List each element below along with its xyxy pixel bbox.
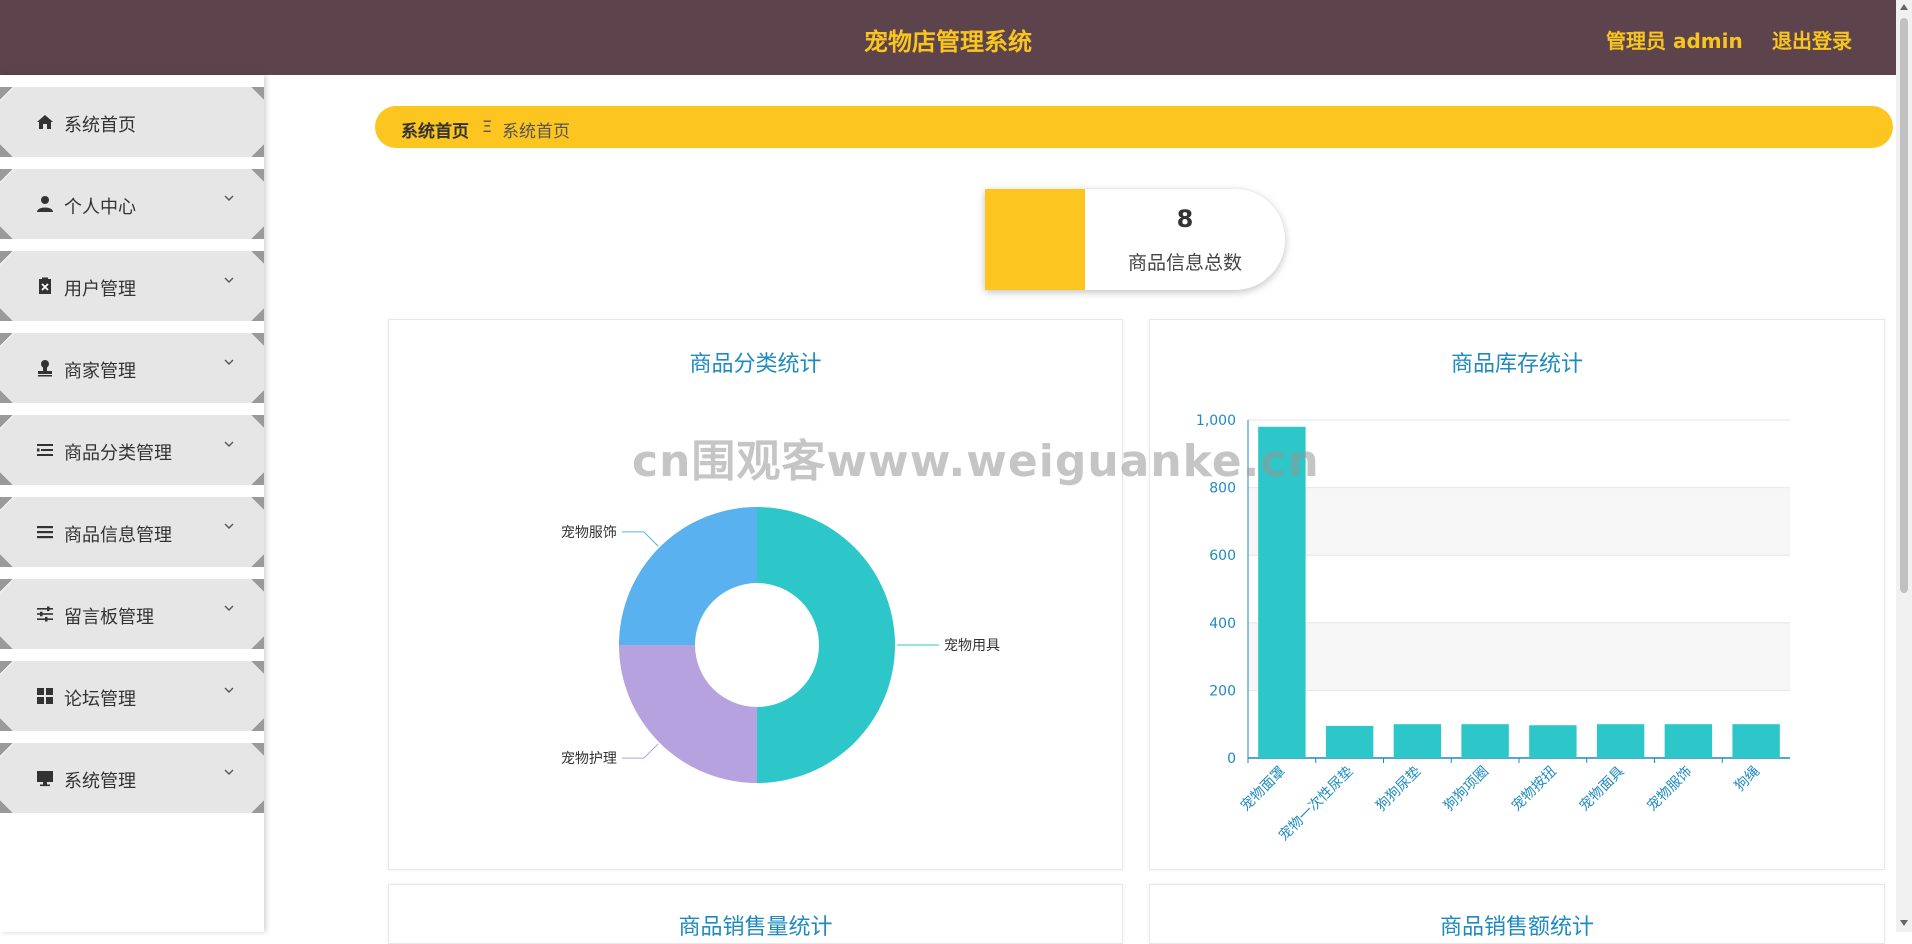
bar[interactable]	[1732, 724, 1780, 758]
panel-title: 商品销售量统计	[678, 915, 833, 940]
sidebar-item-message-board[interactable]: 留言板管理	[0, 579, 264, 649]
sidebar-item-label: 商品分类管理	[64, 443, 172, 464]
sidebar-item-label: 个人中心	[64, 197, 136, 218]
grid-band	[1248, 487, 1790, 556]
y-tick-label: 0	[1227, 751, 1236, 767]
sidebar-item-label: 留言板管理	[64, 607, 154, 628]
x-tick-label: 宠物面罩	[1238, 764, 1289, 815]
sidebar-item-label: 用户管理	[64, 279, 136, 300]
x-tick-label: 宠物一次性尿垫	[1276, 764, 1357, 845]
sliders-icon	[37, 606, 53, 622]
user-icon	[37, 196, 53, 212]
sidebar-item-label: 商家管理	[64, 361, 136, 382]
x-tick-label: 宠物面具	[1577, 764, 1628, 815]
grid-band	[1248, 622, 1790, 691]
bar[interactable]	[1325, 725, 1374, 758]
bar[interactable]	[1596, 724, 1645, 758]
breadcrumb-separator: Ξ	[482, 117, 493, 136]
sidebar-item-category-management[interactable]: 商品分类管理	[0, 415, 264, 485]
admin-label: 管理员 admin	[1606, 29, 1743, 53]
chevron-down-icon	[224, 277, 234, 283]
scroll-down-arrow-icon[interactable]	[1900, 920, 1908, 926]
pie-slice[interactable]	[757, 507, 895, 783]
chevron-down-icon	[224, 605, 234, 611]
pie-slice-label: 宠物护理	[561, 751, 617, 767]
y-tick-label: 400	[1209, 616, 1236, 632]
chevron-down-icon	[224, 687, 234, 693]
sidebar-item-personal-center[interactable]: 个人中心	[0, 169, 264, 239]
chevron-down-icon	[224, 195, 234, 201]
sidebar-item-system-management[interactable]: 系统管理	[0, 743, 264, 813]
pie-label-line	[621, 743, 659, 759]
list-icon	[37, 526, 53, 539]
pie-label-line	[621, 531, 659, 547]
chevron-down-icon	[224, 359, 234, 365]
bar[interactable]	[1258, 426, 1306, 758]
product-count-card: 8 商品信息总数	[985, 189, 1285, 290]
list-indent-icon	[37, 444, 53, 456]
stat-value: 8	[1176, 205, 1194, 233]
sidebar-item-product-management[interactable]: 商品信息管理	[0, 497, 264, 567]
bar[interactable]	[1393, 724, 1442, 758]
x-tick-label: 狗狗项圈	[1441, 764, 1492, 815]
grid-icon	[37, 688, 53, 704]
sidebar-item-label: 系统管理	[64, 771, 136, 792]
breadcrumb-home-link[interactable]: 系统首页	[401, 117, 469, 142]
stat-color-block	[985, 189, 1085, 290]
x-tick-label: 狗狗尿垫	[1373, 764, 1424, 815]
sidebar-item-user-management[interactable]: 用户管理	[0, 251, 264, 321]
stamp-icon	[38, 360, 52, 377]
sales-quantity-panel: 商品销售量统计	[388, 884, 1123, 944]
pie-slice-label: 宠物用具	[944, 638, 1000, 654]
sidebar-item-label: 系统首页	[64, 115, 136, 136]
bar[interactable]	[1529, 725, 1577, 758]
sidebar: 系统首页 个人中心 用户管理 商家管理 商品分类管理 商品信息管理 留言板管理 …	[0, 75, 264, 932]
sidebar-item-forum-management[interactable]: 论坛管理	[0, 661, 264, 731]
scroll-up-arrow-icon[interactable]	[1900, 4, 1908, 10]
scroll-thumb[interactable]	[1900, 18, 1908, 593]
bar[interactable]	[1664, 724, 1713, 758]
chevron-down-icon	[224, 769, 234, 775]
stock-stats-panel: 商品库存统计 0 200 400 600 800 1,000 宠物面罩 宠物一次性尿垫 狗狗尿垫…	[1149, 319, 1885, 870]
sales-amount-panel: 商品销售额统计	[1149, 884, 1885, 944]
chevron-down-icon	[224, 523, 234, 529]
breadcrumb-current: 系统首页	[502, 122, 570, 142]
x-tick-label: 宠物按扭	[1509, 764, 1560, 815]
top-bar: 宠物店管理系统 管理员 admin 退出登录	[0, 0, 1896, 75]
stock-bar-chart: 0 200 400 600 800 1,000 宠物面罩宠物一次性尿垫 狗狗尿垫 狗狗项圈 宠物按…	[1196, 413, 1790, 845]
clipboard-icon	[39, 277, 51, 294]
sidebar-item-label: 商品信息管理	[64, 525, 172, 546]
logout-button[interactable]: 退出登录	[1772, 25, 1852, 54]
monitor-icon	[37, 771, 53, 787]
x-tick-label: 狗绳	[1732, 764, 1763, 795]
sidebar-item-merchant-management[interactable]: 商家管理	[0, 333, 264, 403]
home-icon	[37, 115, 53, 129]
sidebar-item-home[interactable]: 系统首页	[0, 87, 264, 157]
category-stats-panel: 商品分类统计 宠物用具 宠物护理 宠物服饰	[388, 319, 1123, 870]
scrollbar[interactable]	[1896, 0, 1912, 932]
y-tick-label: 600	[1209, 548, 1236, 564]
bar[interactable]	[1461, 724, 1509, 758]
pie-slice-label: 宠物服饰	[561, 525, 617, 541]
y-tick-label: 1,000	[1196, 413, 1236, 429]
category-pie-chart: 宠物用具宠物护理 宠物服饰	[561, 507, 1000, 783]
x-tick-label: 宠物服饰	[1644, 764, 1695, 815]
stat-label: 商品信息总数	[1127, 252, 1242, 274]
sidebar-item-label: 论坛管理	[64, 689, 136, 710]
pie-slice[interactable]	[619, 645, 757, 783]
chevron-down-icon	[224, 441, 234, 447]
y-tick-label: 200	[1209, 683, 1236, 699]
breadcrumb: 系统首页 Ξ 系统首页	[375, 106, 1893, 148]
panel-title: 商品销售额统计	[1439, 915, 1594, 940]
pie-slice[interactable]	[619, 507, 757, 645]
y-tick-label: 800	[1209, 481, 1236, 497]
